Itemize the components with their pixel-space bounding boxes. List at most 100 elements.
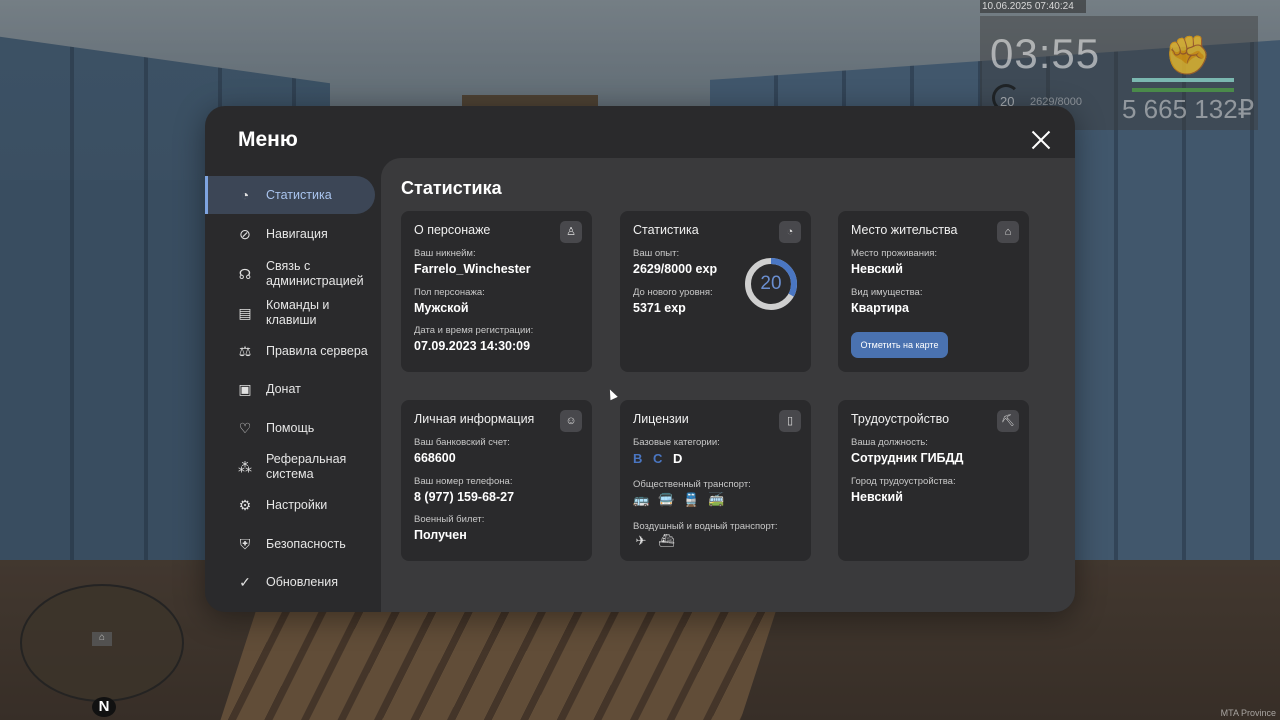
sidebar-item-donate[interactable]: ▣ Донат — [207, 379, 375, 399]
compass-north: N — [92, 697, 116, 717]
public-transport-label: Общественный транспорт: — [633, 479, 751, 490]
pie-chart-icon: ◔ — [779, 221, 801, 243]
category-b: B — [633, 451, 643, 466]
watermark: MTA Province — [1220, 708, 1276, 718]
ship-icon: ⛴ — [658, 533, 675, 548]
sidebar-item-label: Команды и клавиши — [266, 298, 330, 327]
job-city-label: Город трудоустройства: — [851, 476, 956, 487]
bank-account-value: 668600 — [414, 451, 456, 465]
card-title: Статистика — [633, 223, 699, 237]
base-categories-label: Базовые категории: — [633, 437, 720, 448]
card-title: Личная информация — [414, 412, 535, 426]
sidebar-item-label: Правила сервера — [266, 343, 368, 358]
card-licenses: Лицензии ▯ Базовые категории: B C D Обще… — [620, 400, 811, 561]
license-card-icon: ▯ — [779, 410, 801, 432]
sidebar-item-label: Донат — [266, 381, 301, 396]
sidebar-item-label: Настройки — [266, 497, 328, 512]
public-transport-icons: 🚌 🚍 🚆 🚎 — [633, 492, 724, 508]
sidebar-item-statistics[interactable]: ◔ Статистика — [205, 176, 375, 214]
card-title: О персонаже — [414, 223, 491, 237]
compass-icon: ⊘ — [239, 226, 251, 242]
card-title: Лицензии — [633, 412, 689, 426]
license-categories: B C D — [633, 451, 689, 466]
sidebar-item-label: Безопасность — [266, 536, 346, 551]
card-about-character: О персонаже ♙ Ваш никнейм: Farrelo_Winch… — [401, 211, 592, 372]
card-personal-info: Личная информация ☺ Ваш банковский счет:… — [401, 400, 592, 561]
sidebar: ◔ Статистика ⊘ Навигация ☊ Связь с админ… — [205, 176, 381, 612]
position-label: Ваша должность: — [851, 437, 928, 448]
hud-money: 5 665 132₽ — [1122, 94, 1255, 124]
phone-label: Ваш номер телефона: — [414, 476, 513, 487]
sidebar-item-admin-contact[interactable]: ☊ Связь с администрацией — [207, 258, 375, 290]
sidebar-item-label: Реферальная система — [266, 452, 347, 481]
nickname-value: Farrelo_Winchester — [414, 262, 531, 276]
heart-hand-icon: ♡ — [238, 420, 252, 436]
exp-label: Ваш опыт: — [633, 248, 680, 259]
document-icon: ▤ — [238, 305, 252, 321]
gender-value: Мужской — [414, 301, 469, 315]
sidebar-item-settings[interactable]: ⚙ Настройки — [207, 495, 375, 515]
property-label: Вид имущества: — [851, 287, 923, 298]
sidebar-item-commands[interactable]: ▤ Команды и клавиши — [207, 297, 375, 329]
content-panel: Статистика О персонаже ♙ Ваш никнейм: Fa… — [381, 158, 1075, 612]
card-employment: Трудоустройство ⛏ Ваша должность: Сотруд… — [838, 400, 1029, 561]
residence-value: Невский — [851, 262, 903, 276]
sidebar-item-label: Связь с администрацией — [266, 259, 364, 288]
military-value: Получен — [414, 528, 467, 542]
card-title: Трудоустройство — [851, 412, 950, 426]
referral-network-icon: ⁂ — [238, 459, 252, 475]
menu-title: Меню — [238, 128, 298, 151]
house-icon: ⌂ — [997, 221, 1019, 243]
close-icon[interactable] — [1027, 126, 1055, 154]
bank-account-label: Ваш банковский счет: — [414, 437, 510, 448]
military-label: Военный билет: — [414, 514, 485, 525]
residence-label: Место проживания: — [851, 248, 938, 259]
sidebar-item-label: Обновления — [266, 574, 338, 589]
bus-icon: 🚌 — [633, 492, 650, 507]
headset-icon: ☊ — [238, 266, 252, 282]
hud-armor-bar — [1132, 88, 1234, 92]
pie-chart-icon: ◔ — [240, 187, 250, 203]
check-circle-icon: ✓ — [239, 574, 251, 590]
hud-datetime: 10.06.2025 07:40:24 — [980, 0, 1086, 13]
sidebar-item-security[interactable]: ⛨ Безопасность — [207, 534, 375, 554]
registration-value: 07.09.2023 14:30:09 — [414, 339, 531, 353]
menu-window: Меню ◔ Статистика ⊘ Навигация ☊ Связь с … — [205, 106, 1075, 612]
card-residence: Место жительства ⌂ Место проживания: Нев… — [838, 211, 1029, 372]
next-level-value: 5371 exp — [633, 301, 686, 315]
mark-on-map-button[interactable]: Отметить на карте — [851, 332, 948, 358]
nickname-label: Ваш никнейм: — [414, 248, 476, 259]
sidebar-item-label: Навигация — [266, 226, 328, 241]
sidebar-item-referral[interactable]: ⁂ Реферальная система — [207, 451, 375, 483]
next-level-label: До нового уровня: — [633, 287, 713, 298]
gender-label: Пол персонажа: — [414, 287, 485, 298]
air-water-transport-label: Воздушный и водный транспорт: — [633, 521, 778, 532]
scales-icon: ⚖ — [238, 343, 252, 359]
sidebar-item-label: Статистика — [266, 187, 332, 202]
minibus-icon: 🚍 — [658, 492, 675, 507]
sidebar-item-help[interactable]: ♡ Помощь — [207, 418, 375, 438]
sidebar-item-updates[interactable]: ✓ Обновления — [207, 572, 375, 592]
trolleybus-icon: 🚎 — [708, 492, 725, 507]
user-icon: ♙ — [560, 221, 582, 243]
category-d: D — [673, 451, 683, 466]
shield-icon: ⛨ — [239, 536, 251, 552]
pickaxe-icon: ⛏ — [997, 410, 1019, 432]
sidebar-item-navigation[interactable]: ⊘ Навигация — [207, 224, 375, 244]
minimap: ⌂ — [20, 584, 184, 702]
sidebar-item-label: Помощь — [266, 420, 315, 435]
card-title: Место жительства — [851, 223, 958, 237]
card-statistics: Статистика ◔ Ваш опыт: 2629/8000 exp До … — [620, 211, 811, 372]
property-value: Квартира — [851, 301, 909, 315]
wallet-icon: ▣ — [238, 381, 252, 397]
tram-icon: 🚆 — [683, 492, 700, 507]
exp-value: 2629/8000 exp — [633, 262, 718, 276]
registration-label: Дата и время регистрации: — [414, 325, 534, 336]
sidebar-item-rules[interactable]: ⚖ Правила сервера — [207, 341, 375, 361]
hud-health-bar — [1132, 78, 1234, 82]
level-value: 20 — [760, 273, 782, 294]
gear-icon: ⚙ — [238, 497, 252, 513]
plane-icon: ✈ — [635, 533, 647, 548]
category-c: C — [653, 451, 663, 466]
hud-clock: 03:55 — [990, 30, 1101, 77]
